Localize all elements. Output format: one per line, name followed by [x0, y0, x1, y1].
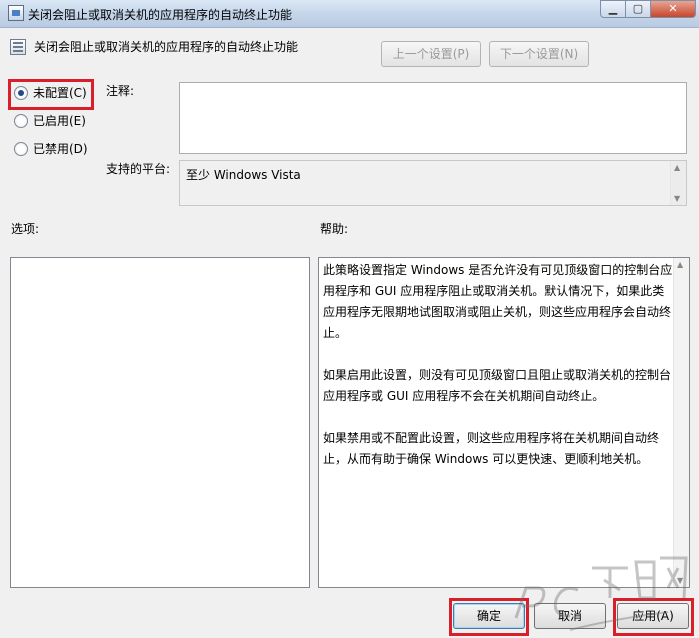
- help-text: 此策略设置指定 Windows 是否允许没有可见顶级窗口的控制台应用程序和 GU…: [323, 260, 673, 491]
- radio-disabled[interactable]: 已禁用(D): [14, 140, 88, 160]
- highlight-box: [8, 79, 94, 110]
- highlight-box: [613, 598, 694, 636]
- setting-title: 关闭会阻止或取消关机的应用程序的自动终止功能: [34, 40, 299, 54]
- help-paragraph: 如果禁用或不配置此设置，则这些应用程序将在关机期间自动终止，从而有助于确保 Wi…: [323, 431, 660, 466]
- window-title: 关闭会阻止或取消关机的应用程序的自动终止功能: [28, 8, 293, 22]
- platform-label: 支持的平台:: [106, 162, 171, 176]
- help-paragraph: 此策略设置指定 Windows 是否允许没有可见顶级窗口的控制台应用程序和 GU…: [323, 263, 673, 340]
- cancel-button[interactable]: 取消: [534, 603, 606, 629]
- options-label: 选项:: [11, 222, 40, 236]
- radio-unselected-icon[interactable]: [14, 113, 28, 128]
- scroll-down-icon[interactable]: ▼: [674, 194, 680, 203]
- policy-app-icon: [8, 5, 24, 21]
- close-button[interactable]: ✕: [650, 0, 696, 18]
- scroll-down-icon[interactable]: ▼: [677, 576, 683, 585]
- help-scrollbar[interactable]: ▲ ▼: [673, 258, 689, 587]
- help-paragraph: 如果启用此设置，则没有可见顶级窗口且阻止或取消关机的控制台应用程序或 GUI 应…: [323, 368, 672, 403]
- minimize-button[interactable]: ▁: [600, 0, 626, 18]
- platform-value: 至少 Windows Vista: [186, 168, 301, 182]
- comment-textarea[interactable]: [179, 82, 687, 154]
- scroll-up-icon[interactable]: ▲: [677, 260, 683, 269]
- radio-unselected-icon[interactable]: [14, 141, 28, 156]
- maximize-button[interactable]: ▢: [625, 0, 651, 18]
- prev-setting-button[interactable]: 上一个设置(P): [381, 41, 481, 67]
- options-pane: [10, 257, 310, 588]
- highlight-box: [449, 598, 529, 636]
- help-pane: 此策略设置指定 Windows 是否允许没有可见顶级窗口的控制台应用程序和 GU…: [318, 257, 690, 588]
- policy-setting-icon: [10, 39, 26, 55]
- help-label: 帮助:: [320, 222, 349, 236]
- comment-label: 注释:: [106, 84, 135, 98]
- platform-box: 至少 Windows Vista ▲ ▼: [179, 160, 687, 206]
- radio-enabled[interactable]: 已启用(E): [14, 112, 86, 132]
- scroll-up-icon[interactable]: ▲: [674, 163, 680, 172]
- radio-label: 已启用(E): [33, 114, 86, 128]
- radio-label: 已禁用(D): [33, 142, 88, 156]
- platform-scrollbar[interactable]: ▲ ▼: [670, 161, 686, 205]
- next-setting-button[interactable]: 下一个设置(N): [489, 41, 589, 67]
